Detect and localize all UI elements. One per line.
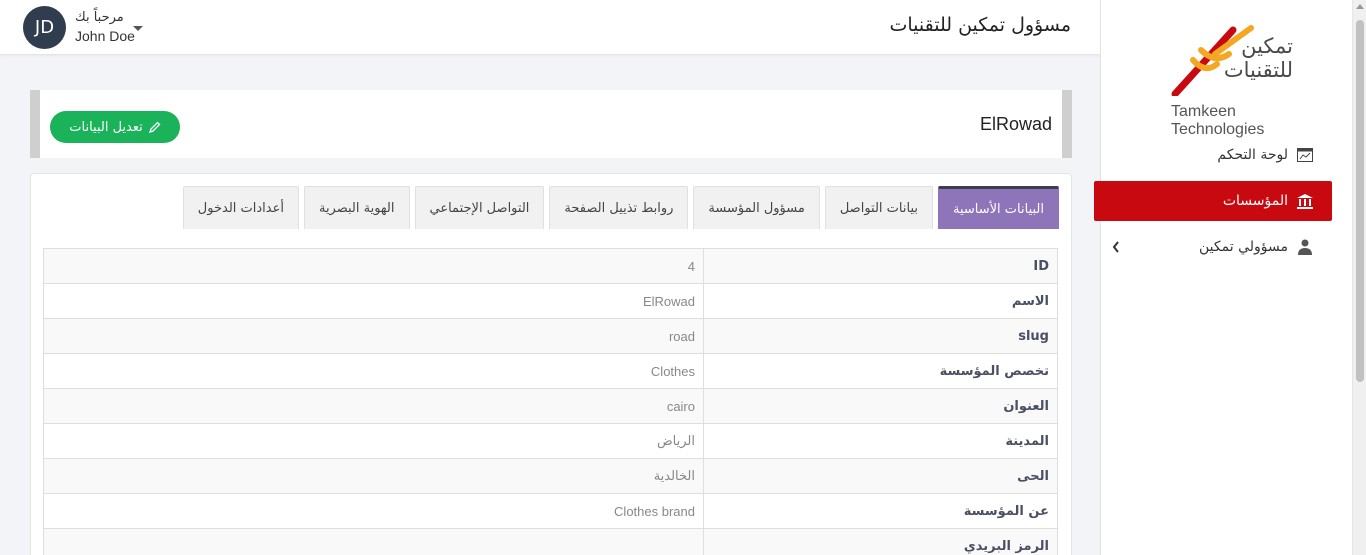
row-key: ID	[703, 248, 1058, 284]
row-key: العنوان	[703, 388, 1058, 424]
institution-icon	[1296, 192, 1314, 210]
row-value: الخالدية	[43, 458, 704, 494]
welcome-label: مرحباً بك	[75, 10, 124, 25]
details-table: ID 4 الاسم ElRowad slug road تخصص المؤسسة Cl…	[43, 248, 1058, 555]
avatar[interactable]: JD	[23, 6, 66, 49]
row-value: ElRowad	[43, 283, 704, 319]
scrollbar[interactable]	[1352, 0, 1366, 555]
scrollbar-thumb[interactable]	[1356, 20, 1364, 382]
pencil-icon	[148, 121, 161, 133]
page-title: مسؤول تمكين للتقنيات	[889, 14, 1071, 36]
sidebar-item-institutions[interactable]: المؤسسات	[1094, 181, 1332, 221]
logo-english: Tamkeen Technologies	[1171, 103, 1265, 138]
row-value: 4	[43, 248, 704, 284]
table-row: slug road	[43, 318, 1058, 354]
tab-contact-data[interactable]: بيانات التواصل	[824, 186, 933, 229]
user-name: John Doe	[75, 28, 135, 44]
tab-visual-identity[interactable]: الهوية البصرية	[303, 186, 410, 229]
institution-name: ElRowad	[979, 114, 1052, 134]
tab-footer-links[interactable]: روابط تذييل الصفحة	[549, 186, 689, 229]
dashboard-icon	[1296, 146, 1314, 164]
logo[interactable]: تمكين للتقنيات Tamkeen Technologies	[1131, 12, 1331, 138]
institution-header: ElRowad تعديل البيانات	[30, 90, 1072, 158]
table-row: عن المؤسسة Clothes brand	[43, 493, 1058, 529]
row-key: المدينة	[703, 423, 1058, 459]
row-key: slug	[703, 318, 1058, 354]
table-row: الرمز البريدي	[43, 528, 1058, 555]
table-row: تخصص المؤسسة Clothes	[43, 353, 1058, 389]
table-row: الاسم ElRowad	[43, 283, 1058, 319]
logo-arabic: تمكين للتقنيات	[1223, 34, 1293, 82]
row-value: Clothes	[43, 353, 704, 389]
row-key: الرمز البريدي	[703, 528, 1058, 555]
sidebar-item-tamkeen-admins[interactable]: مسؤولي تمكين	[1094, 227, 1332, 267]
caret-down-icon[interactable]	[133, 26, 143, 31]
tabs: البيانات الأساسية بيانات التواصل مسؤول ا…	[182, 186, 1059, 229]
tab-basic-data[interactable]: البيانات الأساسية	[938, 186, 1059, 229]
chevron-left-icon[interactable]	[1112, 238, 1120, 257]
edit-data-label: تعديل البيانات	[69, 119, 143, 135]
user-menu[interactable]: مرحباً بك John Doe	[75, 9, 135, 45]
sidebar-item-label: مسؤولي تمكين	[1199, 239, 1288, 255]
row-value: cairo	[43, 388, 704, 424]
users-icon	[1296, 238, 1314, 256]
row-value: الرياض	[43, 423, 704, 459]
sidebar-item-dashboard[interactable]: لوحة التحكم	[1094, 135, 1332, 175]
sidebar: تمكين للتقنيات Tamkeen Technologies لوحة…	[1094, 0, 1352, 555]
table-row: العنوان cairo	[43, 388, 1058, 424]
table-row: ID 4	[43, 248, 1058, 284]
row-key: الاسم	[703, 283, 1058, 319]
row-value: road	[43, 318, 704, 354]
tab-login-settings[interactable]: أعدادات الدخول	[182, 186, 299, 229]
tab-social[interactable]: التواصل الإجتماعي	[414, 186, 545, 229]
table-row: المدينة الرياض	[43, 423, 1058, 459]
sidebar-item-label: لوحة التحكم	[1217, 147, 1288, 163]
row-key: عن المؤسسة	[703, 493, 1058, 529]
details-card: البيانات الأساسية بيانات التواصل مسؤول ا…	[30, 173, 1072, 555]
top-bar: مسؤول تمكين للتقنيات JD مرحباً بك John D…	[0, 0, 1102, 55]
table-row: الحى الخالدية	[43, 458, 1058, 494]
row-value	[43, 528, 704, 555]
tab-institution-admin[interactable]: مسؤول المؤسسة	[693, 186, 820, 229]
sidebar-item-label: المؤسسات	[1222, 193, 1288, 209]
row-key: الحى	[703, 458, 1058, 494]
row-value: Clothes brand	[43, 493, 704, 529]
scroll-up-icon[interactable]	[1356, 4, 1364, 9]
edit-data-button[interactable]: تعديل البيانات	[50, 111, 180, 143]
row-key: تخصص المؤسسة	[703, 353, 1058, 389]
